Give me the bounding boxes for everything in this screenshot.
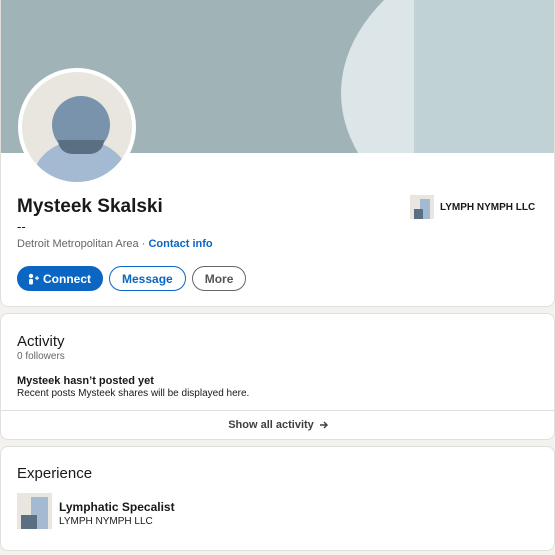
show-all-activity-label: Show all activity <box>228 419 314 431</box>
location-separator: · <box>138 238 149 250</box>
profile-avatar[interactable] <box>18 68 136 186</box>
show-all-activity-button[interactable]: Show all activity <box>1 410 554 439</box>
current-company[interactable]: LYMPH NYMPH LLC <box>410 195 535 219</box>
followers-count[interactable]: 0 followers <box>17 351 65 362</box>
profile-location: Detroit Metropolitan Area <box>17 238 139 250</box>
message-button[interactable]: Message <box>109 266 186 291</box>
profile-actions: Connect Message More <box>17 266 247 291</box>
arrow-right-icon <box>319 421 328 429</box>
experience-item-company: LYMPH NYMPH LLC <box>59 516 153 527</box>
activity-empty-subtitle: Recent posts Mysteek shares will be disp… <box>17 388 250 399</box>
experience-card: Experience Lymphatic Specalist LYMPH NYM… <box>0 446 555 551</box>
company-logo-bar-short <box>414 209 423 219</box>
exp-logo-bar-short <box>21 515 37 529</box>
connect-label: Connect <box>43 271 91 286</box>
company-logo-icon <box>410 195 434 219</box>
add-person-icon <box>28 273 39 284</box>
avatar-neck-icon <box>58 140 104 154</box>
profile-card: Mysteek Skalski -- Detroit Metropolitan … <box>0 0 555 307</box>
experience-title: Experience <box>17 465 93 482</box>
company-name: LYMPH NYMPH LLC <box>440 201 536 213</box>
contact-info-link[interactable]: Contact info <box>148 238 212 250</box>
profile-name: Mysteek Skalski <box>17 196 163 217</box>
banner-decor-panel <box>414 0 554 153</box>
activity-title: Activity <box>17 333 65 350</box>
activity-card: Activity 0 followers Mysteek hasn’t post… <box>0 313 555 440</box>
profile-location-row: Detroit Metropolitan Area · Contact info <box>17 238 213 250</box>
activity-empty-title: Mysteek hasn’t posted yet <box>17 375 154 387</box>
company-logo-icon[interactable] <box>17 493 52 529</box>
profile-headline: -- <box>17 219 26 234</box>
experience-item-title[interactable]: Lymphatic Specalist <box>59 500 175 514</box>
more-button[interactable]: More <box>191 266 247 291</box>
connect-button[interactable]: Connect <box>17 266 103 291</box>
